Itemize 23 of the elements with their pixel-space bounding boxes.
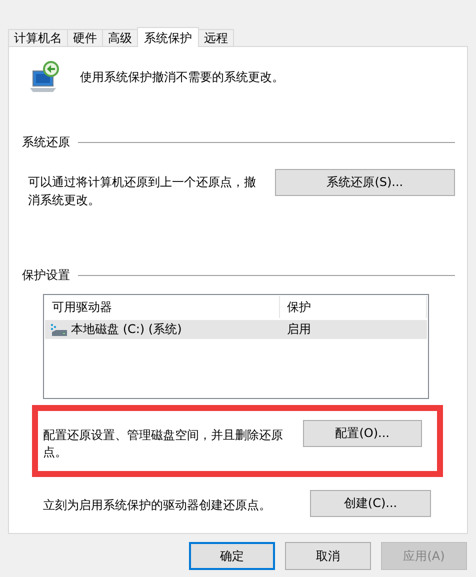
create-text: 立刻为启用系统保护的驱动器创建还原点。	[43, 497, 271, 514]
intro-text: 使用系统保护撤消不需要的系统更改。	[80, 68, 284, 86]
tab[interactable]: 硬件	[67, 29, 103, 46]
drive-icon	[51, 324, 67, 336]
description-text: 可以通过将计算机还原到上一个还原点，撤消系统更改。	[28, 174, 257, 209]
group-heading: 保护设置	[22, 267, 70, 284]
dialog-button[interactable]: 确定	[189, 542, 275, 570]
dialog-button[interactable]: 取消	[285, 542, 371, 570]
create-button[interactable]: 创建(C)...	[310, 490, 431, 517]
group-heading: 系统还原	[22, 134, 70, 151]
tab[interactable]: 高级	[102, 29, 138, 46]
drive-name: 本地磁盘 (C:) (系统)	[71, 321, 182, 338]
column-header[interactable]: 可用驱动器	[45, 296, 280, 318]
drive-row[interactable]: 本地磁盘 (C:) (系统) 启用	[45, 320, 427, 339]
column-header[interactable]: 保护	[280, 296, 427, 318]
system-restore-button[interactable]: 系统还原(S)...	[274, 169, 455, 196]
protection-status: 启用	[286, 321, 312, 338]
tab[interactable]: 系统保护	[137, 27, 199, 47]
tab[interactable]: 远程	[198, 29, 234, 46]
configure-text: 配置还原设置、管理磁盘空间，并且删除还原点。	[43, 427, 284, 461]
tab[interactable]: 计算机名	[8, 29, 68, 46]
computer-icon	[30, 61, 60, 93]
configure-button[interactable]: 配置(O)...	[302, 420, 422, 447]
